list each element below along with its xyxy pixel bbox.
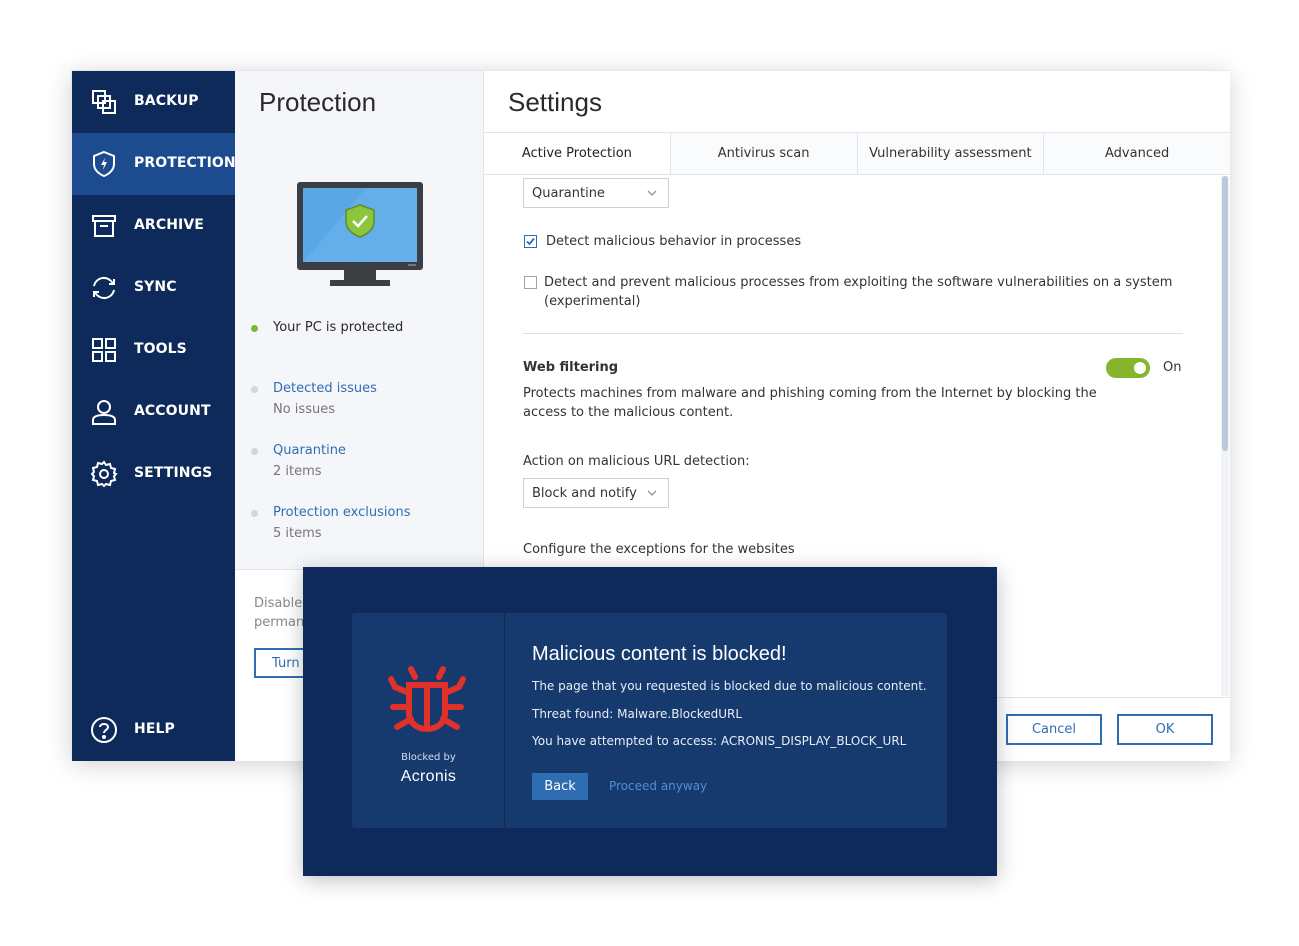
sidebar-item-label: PROTECTION <box>134 155 236 171</box>
proceed-anyway-link[interactable]: Proceed anyway <box>609 779 707 793</box>
detect-behavior-checkbox[interactable] <box>524 235 537 248</box>
sidebar-item-sync[interactable]: SYNC <box>72 257 235 319</box>
sidebar-item-label: ARCHIVE <box>134 217 204 233</box>
blocked-page-card: Blocked by Acronis Malicious content is … <box>352 613 947 828</box>
exploit-prevention-checkbox[interactable] <box>524 276 537 289</box>
exploit-prevention-label: Detect and prevent malicious processes f… <box>544 275 1173 309</box>
sync-icon <box>90 274 118 302</box>
threat-found: Threat found: Malware.BlockedURL <box>532 707 743 721</box>
detected-issues-count: No issues <box>273 402 335 417</box>
checkmark-icon <box>526 237 535 246</box>
help-icon <box>90 716 118 744</box>
blocked-message: The page that you requested is blocked d… <box>532 679 927 693</box>
bullet-dot <box>251 386 258 393</box>
gear-icon <box>90 460 118 488</box>
web-filtering-state: On <box>1163 360 1182 375</box>
ok-button[interactable]: OK <box>1117 714 1213 745</box>
divider <box>523 333 1183 334</box>
protection-exclusions-link[interactable]: Protection exclusions <box>273 505 410 520</box>
dropdown-value: Quarantine <box>532 185 605 201</box>
quarantine-link[interactable]: Quarantine <box>273 443 346 458</box>
scrollbar-thumb[interactable] <box>1222 176 1228 451</box>
protection-status: Your PC is protected <box>273 320 404 335</box>
sidebar-item-protection[interactable]: PROTECTION <box>72 133 236 195</box>
website-exceptions-label: Configure the exceptions for the website… <box>523 542 795 557</box>
bug-icon <box>388 666 466 733</box>
url-action-dropdown[interactable]: Block and notify <box>523 478 669 508</box>
tab-vulnerability-assessment[interactable]: Vulnerability assessment <box>856 133 1044 174</box>
dropdown-value: Block and notify <box>532 485 637 501</box>
status-ok-dot <box>251 325 258 332</box>
bullet-dot <box>251 448 258 455</box>
tab-advanced[interactable]: Advanced <box>1043 133 1230 174</box>
sidebar-item-label: SETTINGS <box>134 465 213 481</box>
sidebar: BACKUP PROTECTION ARCHIVE SYNC TOOLS ACC… <box>72 71 236 761</box>
blocked-title: Malicious content is blocked! <box>532 643 787 665</box>
detected-issues-link[interactable]: Detected issues <box>273 381 377 396</box>
sidebar-item-archive[interactable]: ARCHIVE <box>72 195 235 257</box>
sidebar-item-account[interactable]: ACCOUNT <box>72 381 235 443</box>
chevron-down-icon <box>647 190 657 196</box>
settings-title: Settings <box>508 87 602 117</box>
acronis-logo: Acronis <box>400 768 457 785</box>
settings-tabs: Active Protection Antivirus scan Vulnera… <box>484 132 1230 175</box>
attempted-url: You have attempted to access: ACRONIS_DI… <box>532 734 907 748</box>
monitor-shield-icon <box>297 182 423 286</box>
quarantine-action-dropdown[interactable]: Quarantine <box>523 178 669 208</box>
web-filtering-description: Protects machines from malware and phish… <box>523 386 1097 420</box>
shield-icon <box>90 150 118 178</box>
blocked-page-overlay: Blocked by Acronis Malicious content is … <box>303 567 997 876</box>
sidebar-item-help[interactable]: HELP <box>72 699 235 761</box>
back-button[interactable]: Back <box>532 773 588 800</box>
archive-icon <box>90 212 118 240</box>
bullet-dot <box>251 510 258 517</box>
toggle-knob <box>1134 362 1146 374</box>
tab-active-protection[interactable]: Active Protection <box>484 133 670 174</box>
cancel-button[interactable]: Cancel <box>1006 714 1102 745</box>
web-filtering-title: Web filtering <box>523 360 619 375</box>
tab-antivirus-scan[interactable]: Antivirus scan <box>669 133 857 174</box>
blocked-branding: Blocked by Acronis <box>352 613 505 828</box>
page-title: Protection <box>259 87 377 117</box>
blocked-by-text: Blocked by <box>401 752 456 763</box>
sidebar-item-label: TOOLS <box>134 341 187 357</box>
sidebar-item-label: ACCOUNT <box>134 403 211 419</box>
detect-behavior-label: Detect malicious behavior in processes <box>546 234 802 249</box>
sidebar-item-tools[interactable]: TOOLS <box>72 319 235 381</box>
url-action-label: Action on malicious URL detection: <box>523 454 750 469</box>
grid-icon <box>90 336 118 364</box>
sidebar-item-label: SYNC <box>134 279 177 295</box>
sidebar-item-settings[interactable]: SETTINGS <box>72 443 235 505</box>
backup-icon <box>90 88 118 116</box>
chevron-down-icon <box>647 490 657 496</box>
protection-exclusions-count: 5 items <box>273 526 322 541</box>
quarantine-count: 2 items <box>273 464 322 479</box>
web-filtering-toggle[interactable] <box>1106 358 1150 378</box>
user-icon <box>90 398 118 426</box>
sidebar-item-label: BACKUP <box>134 93 199 109</box>
sidebar-item-label: HELP <box>134 721 175 737</box>
sidebar-item-backup[interactable]: BACKUP <box>72 71 235 133</box>
